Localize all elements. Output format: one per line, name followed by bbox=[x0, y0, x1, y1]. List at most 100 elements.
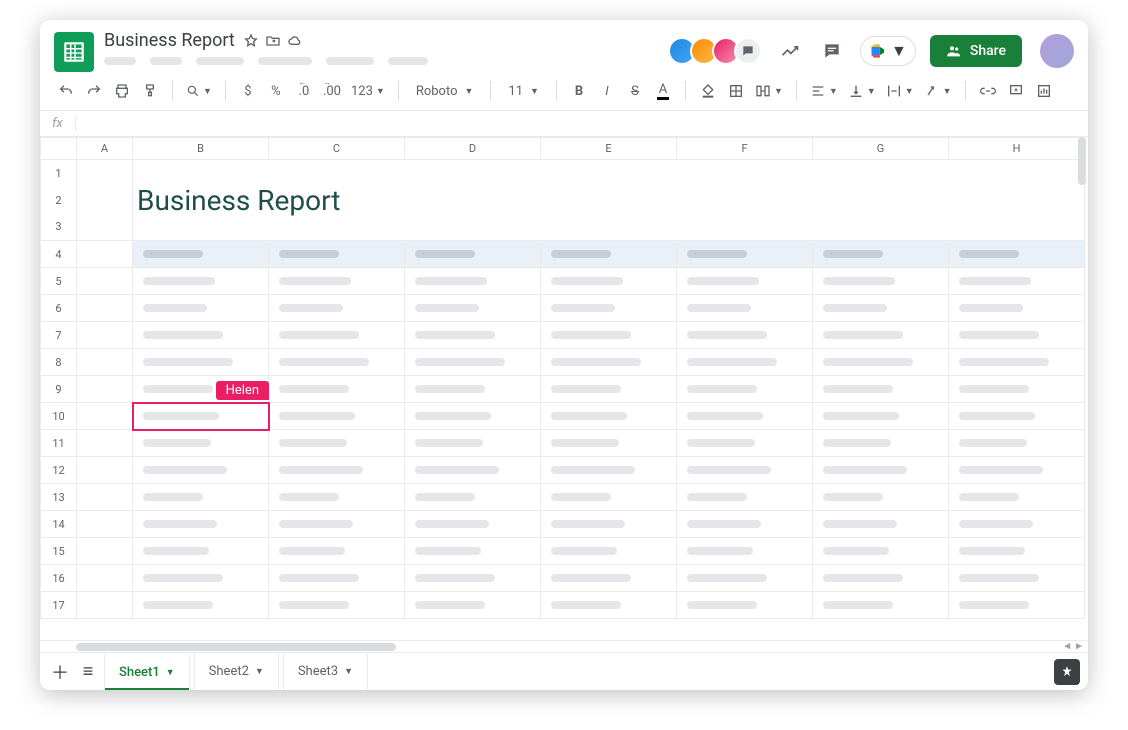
row-header[interactable]: 12 bbox=[41, 457, 77, 484]
spreadsheet-grid[interactable]: A B C D E F G H 1 Business Report 2 3 4 5… bbox=[40, 137, 1088, 640]
toolbar: ▼ $ % .0← .00→ 123▼ Roboto▼ 11▼ B I S A … bbox=[40, 72, 1088, 111]
row-header[interactable]: 14 bbox=[41, 511, 77, 538]
increase-decimal-button[interactable]: .00→ bbox=[320, 78, 344, 104]
move-to-folder-icon[interactable] bbox=[265, 33, 281, 49]
app-window: Business Report bbox=[40, 20, 1088, 690]
col-header[interactable]: E bbox=[541, 138, 677, 160]
col-header[interactable]: G bbox=[813, 138, 949, 160]
collaborator-tag: Helen bbox=[216, 381, 269, 400]
col-header[interactable]: B bbox=[133, 138, 269, 160]
comments-icon[interactable] bbox=[818, 37, 846, 65]
sheet-tab[interactable]: Sheet3 ▼ bbox=[283, 653, 368, 690]
chevron-down-icon: ▼ bbox=[891, 41, 907, 61]
text-rotation-button[interactable]: ▼ bbox=[921, 78, 955, 104]
column-headers[interactable]: A B C D E F G H bbox=[41, 138, 1085, 160]
sheet-tab-bar: ＋ ≡ Sheet1 ▼ Sheet2 ▼ Sheet3 ▼ bbox=[40, 652, 1088, 690]
document-title[interactable]: Business Report bbox=[104, 30, 235, 51]
currency-button[interactable]: $ bbox=[236, 78, 260, 104]
col-header[interactable]: C bbox=[269, 138, 405, 160]
borders-button[interactable] bbox=[724, 78, 748, 104]
col-header[interactable]: D bbox=[405, 138, 541, 160]
horizontal-align-button[interactable]: ▼ bbox=[807, 78, 841, 104]
menu-item[interactable] bbox=[326, 57, 374, 65]
menu-item[interactable] bbox=[196, 57, 244, 65]
sheet-tab-label: Sheet3 bbox=[298, 664, 338, 679]
row-header[interactable]: 4 bbox=[41, 241, 77, 268]
sheet-tab[interactable]: Sheet1 ▼ bbox=[104, 653, 190, 690]
collaborator-cursor-cell[interactable]: Helen bbox=[133, 403, 269, 430]
chat-icon[interactable] bbox=[734, 37, 762, 65]
fill-color-button[interactable] bbox=[696, 78, 720, 104]
decrease-decimal-button[interactable]: .0← bbox=[292, 78, 316, 104]
scroll-left-icon[interactable]: ◄ bbox=[1062, 641, 1072, 652]
col-header[interactable]: F bbox=[677, 138, 813, 160]
explore-button[interactable] bbox=[1054, 659, 1080, 685]
chevron-down-icon[interactable]: ▼ bbox=[344, 666, 353, 677]
row-header[interactable]: 7 bbox=[41, 322, 77, 349]
collaborator-avatars[interactable] bbox=[668, 37, 762, 65]
sheets-icon bbox=[61, 39, 87, 65]
insert-link-button[interactable] bbox=[976, 78, 1000, 104]
text-wrap-button[interactable]: ▼ bbox=[883, 78, 917, 104]
print-button[interactable] bbox=[110, 78, 134, 104]
col-header[interactable]: H bbox=[949, 138, 1085, 160]
row-header[interactable]: 11 bbox=[41, 430, 77, 457]
menu-item[interactable] bbox=[258, 57, 312, 65]
row-header[interactable]: 3 bbox=[41, 214, 77, 241]
row-header[interactable]: 1 bbox=[41, 160, 77, 187]
strikethrough-button[interactable]: S bbox=[623, 78, 647, 104]
menu-item[interactable] bbox=[388, 57, 428, 65]
sheets-logo[interactable] bbox=[54, 32, 94, 72]
row-header[interactable]: 9 bbox=[41, 376, 77, 403]
menu-item[interactable] bbox=[150, 57, 182, 65]
horizontal-scrollbar[interactable] bbox=[76, 643, 396, 651]
italic-button[interactable]: I bbox=[595, 78, 619, 104]
row-header[interactable]: 8 bbox=[41, 349, 77, 376]
text-color-button[interactable]: A bbox=[651, 78, 675, 104]
account-avatar[interactable] bbox=[1040, 34, 1074, 68]
redo-button[interactable] bbox=[82, 78, 106, 104]
font-family-dropdown[interactable]: Roboto▼ bbox=[409, 78, 481, 104]
people-icon bbox=[946, 43, 962, 59]
number-format-button[interactable]: 123▼ bbox=[348, 78, 388, 104]
star-icon[interactable] bbox=[243, 33, 259, 49]
row-header[interactable]: 6 bbox=[41, 295, 77, 322]
vertical-align-button[interactable]: ▼ bbox=[845, 78, 879, 104]
add-sheet-button[interactable]: ＋ bbox=[48, 659, 72, 685]
undo-button[interactable] bbox=[54, 78, 78, 104]
cloud-status-icon[interactable] bbox=[287, 33, 303, 49]
menu-item[interactable] bbox=[104, 57, 136, 65]
zoom-button[interactable]: ▼ bbox=[183, 78, 215, 104]
insert-comment-button[interactable] bbox=[1004, 78, 1028, 104]
row-header[interactable]: 5 bbox=[41, 268, 77, 295]
row-header[interactable]: 10 bbox=[41, 403, 77, 430]
bold-button[interactable]: B bbox=[567, 78, 591, 104]
percent-button[interactable]: % bbox=[264, 78, 288, 104]
row-header[interactable]: 16 bbox=[41, 565, 77, 592]
row-header[interactable]: 17 bbox=[41, 592, 77, 619]
meet-button[interactable]: ▼ bbox=[860, 36, 916, 66]
horizontal-scroll-area: ◄► bbox=[40, 640, 1088, 652]
row-header[interactable]: 13 bbox=[41, 484, 77, 511]
col-header[interactable]: A bbox=[77, 138, 133, 160]
formula-bar: fx bbox=[40, 111, 1088, 137]
menu-bar[interactable] bbox=[104, 57, 658, 65]
sheet-tab-label: Sheet2 bbox=[209, 664, 249, 679]
meet-icon bbox=[869, 41, 889, 61]
paint-format-button[interactable] bbox=[138, 78, 162, 104]
sheet-tab-label: Sheet1 bbox=[119, 665, 160, 680]
scroll-right-icon[interactable]: ► bbox=[1074, 641, 1084, 652]
font-size-dropdown[interactable]: 11▼ bbox=[501, 78, 546, 104]
row-header[interactable]: 15 bbox=[41, 538, 77, 565]
sheet-title-cell[interactable]: Business Report bbox=[133, 160, 1085, 241]
version-history-icon[interactable] bbox=[776, 37, 804, 65]
merge-cells-button[interactable]: ▼ bbox=[752, 78, 786, 104]
all-sheets-button[interactable]: ≡ bbox=[76, 659, 100, 685]
row-header[interactable]: 2 bbox=[41, 187, 77, 214]
insert-chart-button[interactable] bbox=[1032, 78, 1056, 104]
chevron-down-icon[interactable]: ▼ bbox=[166, 667, 175, 678]
title-bar: Business Report bbox=[40, 20, 1088, 72]
chevron-down-icon[interactable]: ▼ bbox=[255, 666, 264, 677]
share-button[interactable]: Share bbox=[930, 35, 1022, 67]
sheet-tab[interactable]: Sheet2 ▼ bbox=[194, 653, 279, 690]
